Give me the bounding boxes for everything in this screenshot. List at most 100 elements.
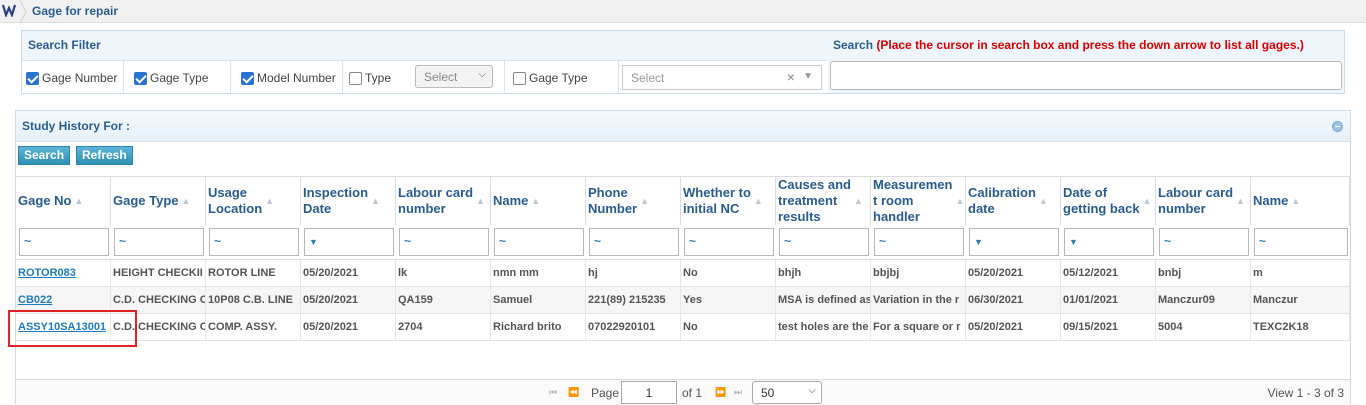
- column-filter-input[interactable]: ▼: [304, 228, 394, 256]
- contains-filter-icon[interactable]: ~: [1164, 234, 1171, 248]
- chevron-down-icon[interactable]: ▼: [803, 71, 813, 82]
- gage-type-checkbox[interactable]: Gage Type: [134, 71, 209, 85]
- sort-icon[interactable]: ▲: [1039, 193, 1048, 209]
- column-header[interactable]: Date of getting back ▲: [1061, 177, 1156, 225]
- column-filter-input[interactable]: ~: [399, 228, 489, 256]
- contains-filter-icon[interactable]: ~: [784, 234, 791, 248]
- column-header[interactable]: Calibration date ▲: [966, 177, 1061, 225]
- sort-icon[interactable]: ▲: [1236, 193, 1245, 209]
- column-filter-input[interactable]: ~: [874, 228, 964, 256]
- funnel-filter-icon[interactable]: ▼: [309, 237, 318, 247]
- funnel-filter-icon[interactable]: ▼: [974, 237, 983, 247]
- column-header[interactable]: Measuremen t room handler ▲: [871, 177, 966, 225]
- table-cell: 09/15/2021: [1061, 314, 1156, 341]
- column-filter-input[interactable]: ~: [1159, 228, 1249, 256]
- contains-filter-icon[interactable]: ~: [1259, 234, 1266, 248]
- contains-filter-icon[interactable]: ~: [499, 234, 506, 248]
- clear-icon[interactable]: ×: [787, 69, 795, 85]
- refresh-button[interactable]: Refresh: [76, 146, 133, 165]
- gage-number-link[interactable]: ASSY10SA13001: [16, 314, 111, 341]
- checkbox-unchecked-icon[interactable]: [349, 71, 362, 85]
- table-row[interactable]: ROTOR083 HEIGHT CHECKII ROTOR LINE 05/20/20…: [16, 260, 1350, 287]
- table-cell: nmn mm: [491, 260, 586, 287]
- page-size-select[interactable]: 50 ⌵: [752, 381, 822, 404]
- column-header[interactable]: Gage No ▲: [16, 177, 111, 225]
- chevron-down-icon: ⌵: [808, 385, 816, 396]
- gage-number-checkbox[interactable]: Gage Number: [26, 71, 117, 85]
- column-header[interactable]: Phone Number ▲: [586, 177, 681, 225]
- contains-filter-icon[interactable]: ~: [689, 234, 696, 248]
- table-row[interactable]: CB022 C.D. CHECKING C 10P08 C.B. LINE 05/20…: [16, 287, 1350, 314]
- column-header[interactable]: Causes and treatment results ▲: [776, 177, 871, 225]
- checkbox-unchecked-icon[interactable]: [513, 71, 526, 85]
- table-cell: 01/01/2021: [1061, 287, 1156, 314]
- column-filter-input[interactable]: ~: [19, 228, 109, 256]
- column-filter-input[interactable]: ▼: [969, 228, 1059, 256]
- type-select[interactable]: Select ⌵: [415, 65, 493, 88]
- column-filter-input[interactable]: ~: [779, 228, 869, 256]
- column-filter-input[interactable]: ~: [1254, 228, 1348, 256]
- checkbox-checked-icon[interactable]: [26, 71, 39, 85]
- prev-page-icon[interactable]: ⏪: [568, 387, 579, 398]
- page-number-input[interactable]: 1: [621, 381, 677, 404]
- sort-icon[interactable]: ▲: [265, 193, 274, 209]
- column-header[interactable]: Whether to initial NC ▲: [681, 177, 776, 225]
- gage-number-link[interactable]: CB022: [16, 287, 111, 314]
- model-number-checkbox[interactable]: Model Number: [241, 71, 336, 85]
- sort-icon[interactable]: ▲: [640, 193, 649, 209]
- column-filter-input[interactable]: ~: [494, 228, 584, 256]
- sort-icon[interactable]: ▲: [1291, 193, 1300, 209]
- column-header[interactable]: Name ▲: [491, 177, 586, 225]
- table-cell: 05/20/2021: [966, 314, 1061, 341]
- column-filter-input[interactable]: ~: [589, 228, 679, 256]
- view-records-label: View 1 - 3 of 3: [1267, 386, 1345, 400]
- sort-icon[interactable]: ▲: [531, 193, 540, 209]
- collapse-icon[interactable]: [1332, 121, 1343, 132]
- contains-filter-icon[interactable]: ~: [24, 234, 31, 248]
- column-header[interactable]: Usage Location ▲: [206, 177, 301, 225]
- contains-filter-icon[interactable]: ~: [214, 234, 221, 248]
- column-filter-input[interactable]: ~: [114, 228, 204, 256]
- type-checkbox[interactable]: Type: [349, 71, 391, 85]
- sort-icon[interactable]: ▲: [1143, 193, 1152, 209]
- gage-type-select[interactable]: Select × ▼: [622, 65, 822, 90]
- column-header[interactable]: Name ▲: [1251, 177, 1350, 225]
- search-button[interactable]: Search: [18, 146, 71, 165]
- funnel-filter-icon[interactable]: ▼: [1069, 237, 1078, 247]
- contains-filter-icon[interactable]: ~: [594, 234, 601, 248]
- chevron-down-icon: ⌵: [478, 69, 486, 80]
- sort-icon[interactable]: ▲: [74, 193, 83, 209]
- column-filter-input[interactable]: ~: [209, 228, 299, 256]
- column-header[interactable]: Gage Type ▲: [111, 177, 206, 225]
- divider: [230, 61, 231, 94]
- sort-icon[interactable]: ▲: [854, 193, 863, 209]
- table-cell: TEXC2K18: [1251, 314, 1350, 341]
- contains-filter-icon[interactable]: ~: [404, 234, 411, 248]
- table-cell: Manczur: [1251, 287, 1350, 314]
- contains-filter-icon[interactable]: ~: [119, 234, 126, 248]
- last-page-icon[interactable]: ⏭: [734, 387, 742, 398]
- gage-search-input[interactable]: [830, 61, 1342, 90]
- contains-filter-icon[interactable]: ~: [879, 234, 886, 248]
- app-logo-icon[interactable]: [2, 3, 16, 17]
- checkbox-checked-icon[interactable]: [241, 71, 254, 85]
- next-page-icon[interactable]: ⏩: [715, 387, 726, 398]
- column-header[interactable]: Inspection Date ▲: [301, 177, 396, 225]
- breadcrumb-title[interactable]: Gage for repair: [32, 4, 118, 18]
- column-filter-input[interactable]: ▼: [1064, 228, 1154, 256]
- sort-icon[interactable]: ▲: [476, 193, 485, 209]
- sort-icon[interactable]: ▲: [182, 193, 191, 209]
- sort-icon[interactable]: ▲: [955, 193, 964, 209]
- table-row[interactable]: ASSY10SA13001 C.D. CHECKING C COMP. ASSY. 0…: [16, 314, 1350, 341]
- checkbox-checked-icon[interactable]: [134, 71, 147, 85]
- gage-number-link[interactable]: ROTOR083: [16, 260, 111, 287]
- first-page-icon[interactable]: ⏮: [549, 387, 557, 398]
- column-filter-input[interactable]: ~: [684, 228, 774, 256]
- table-cell: Richard brito: [491, 314, 586, 341]
- column-header[interactable]: Labour card number ▲: [396, 177, 491, 225]
- sort-icon[interactable]: ▲: [754, 193, 763, 209]
- column-header[interactable]: Labour card number ▲: [1156, 177, 1251, 225]
- gage-type-filter-checkbox[interactable]: Gage Type: [513, 71, 588, 85]
- table-cell: 221(89) 215235: [586, 287, 681, 314]
- sort-icon[interactable]: ▲: [371, 193, 380, 209]
